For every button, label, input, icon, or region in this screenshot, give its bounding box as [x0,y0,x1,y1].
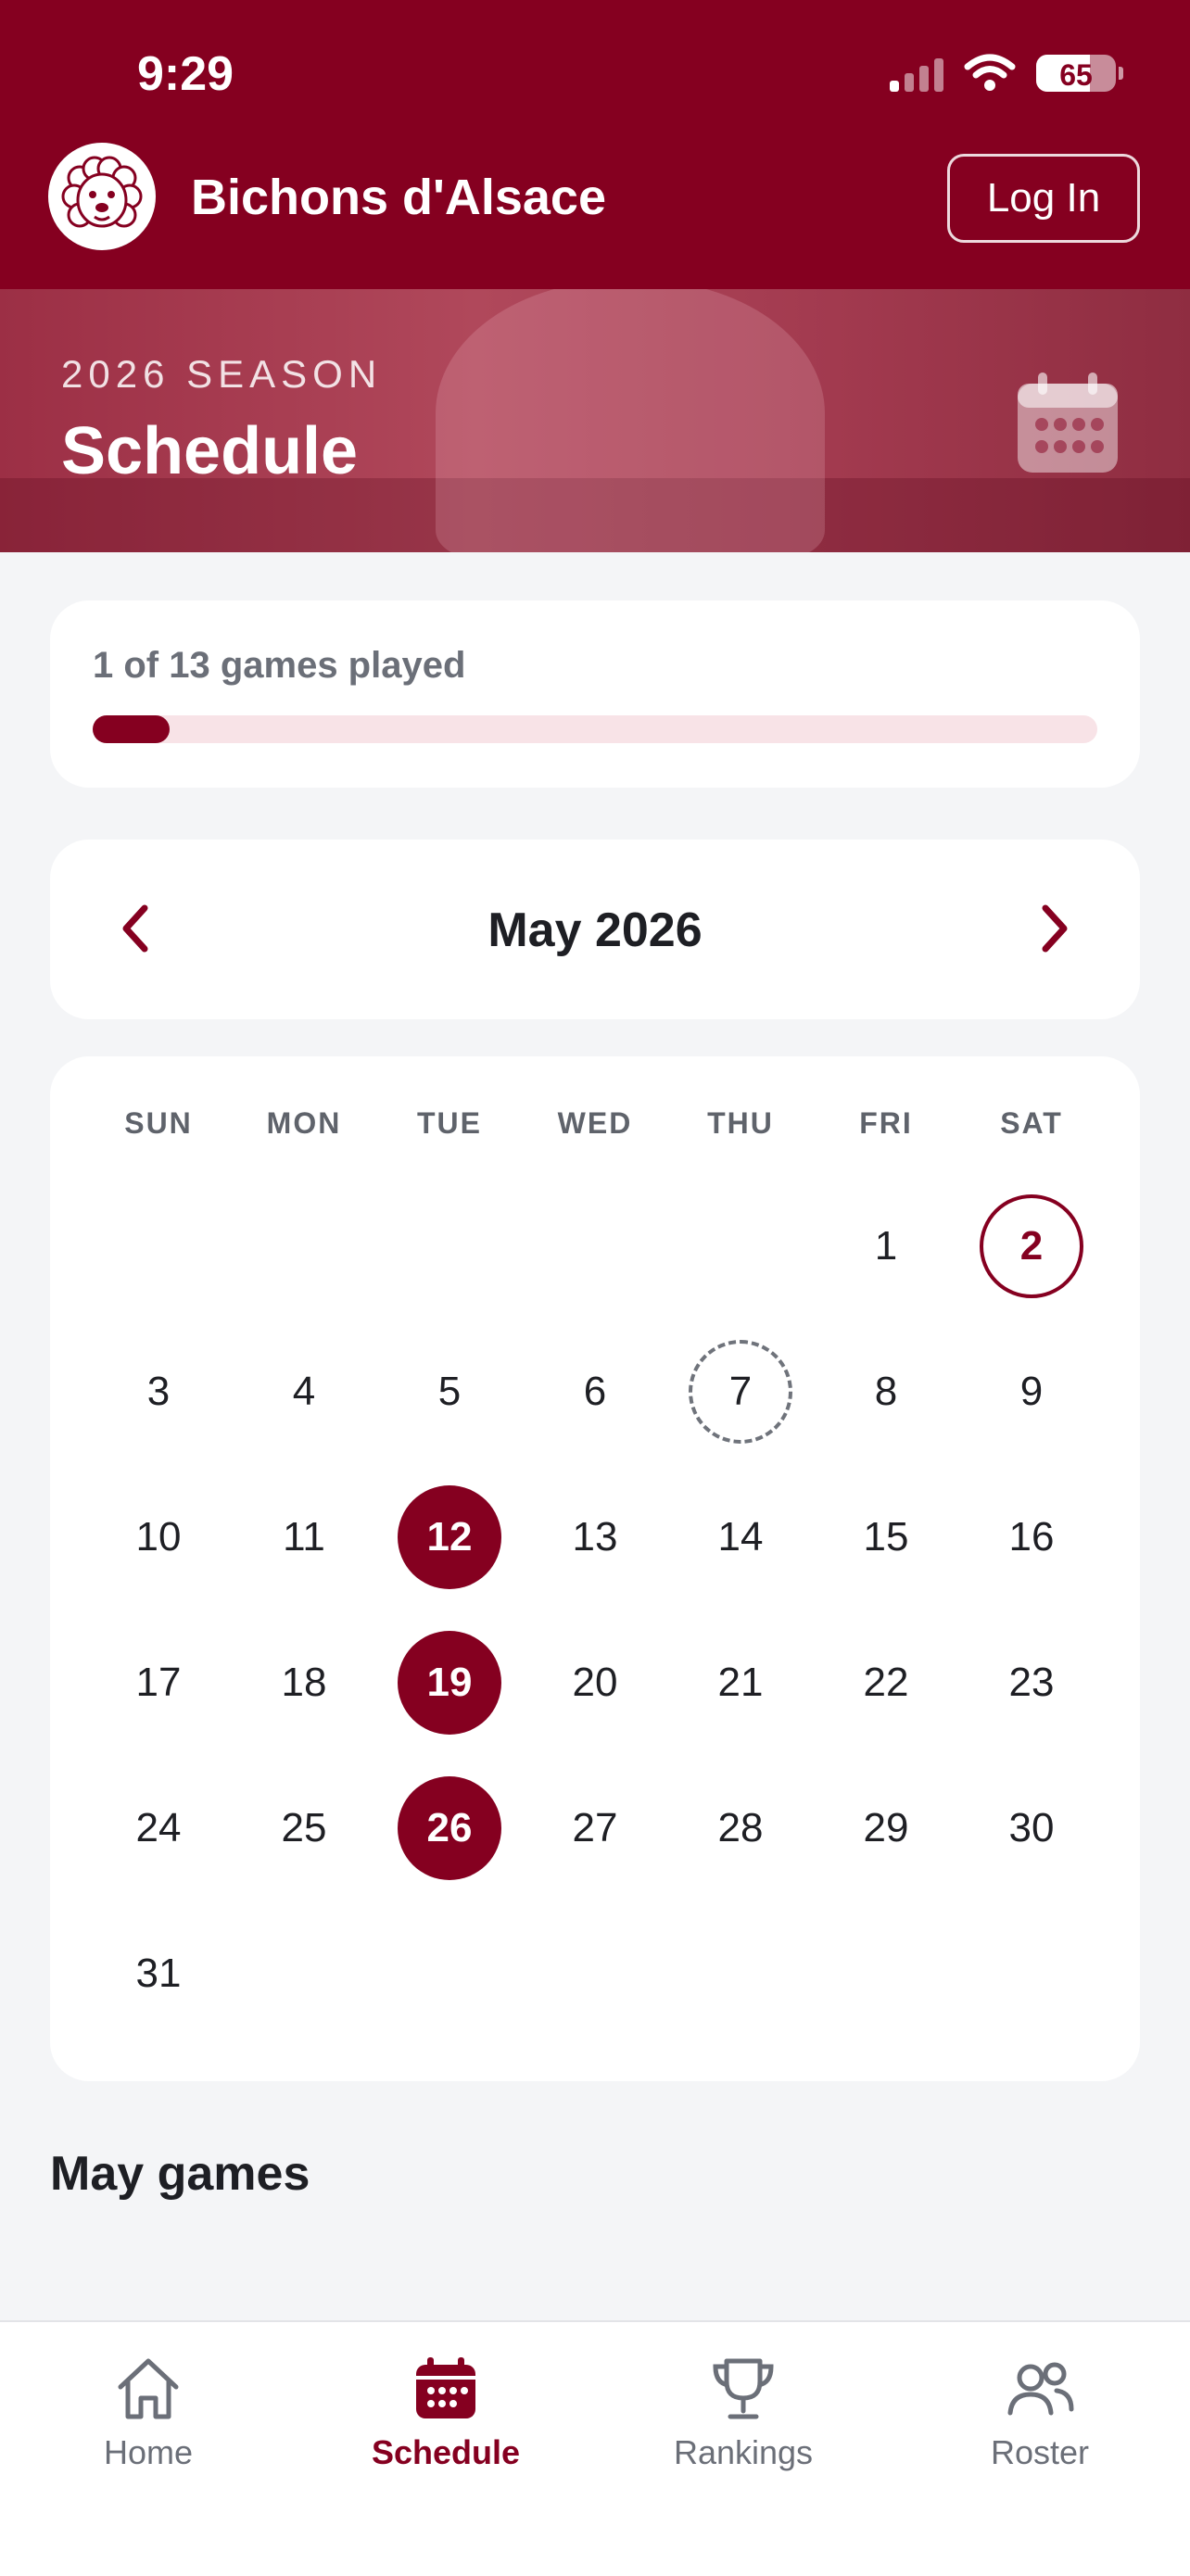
battery-icon: 65 [1036,55,1123,92]
calendar-day-game[interactable]: 12 [398,1485,501,1589]
calendar-day[interactable]: 17 [107,1631,210,1735]
month-navigator: May 2026 [50,840,1140,1019]
month-calendar: SUN MON TUE WED THU FRI SAT 1 2 3 4 5 6 7 8 9 10 11 12 13 1… [50,1056,1140,2081]
calendar-day[interactable]: 11 [252,1485,356,1589]
tab-label: Rankings [673,2433,814,2471]
login-button[interactable]: Log In [947,154,1140,243]
calendar-day-game[interactable]: 26 [398,1776,501,1880]
trophy-icon [713,2358,774,2419]
calendar-day[interactable]: 4 [252,1340,356,1444]
season-label: 2026 SEASON [61,352,383,396]
weekday-label: THU [707,1106,774,1140]
status-icons: 65 [890,54,1123,93]
section-title-month-games: May games [50,2147,310,2201]
app-header: 9:29 65 Bichons d'Alsace Log In [0,0,1190,289]
calendar-day[interactable]: 20 [543,1631,647,1735]
weekday-label: TUE [417,1106,482,1140]
schedule-hero-banner: 2026 SEASON Schedule [0,289,1190,552]
cellular-signal-icon [890,55,943,92]
tab-home[interactable]: Home [56,2350,241,2472]
calendar-day-game[interactable]: 19 [398,1631,501,1735]
weekday-label: WED [557,1106,633,1140]
month-title: May 2026 [487,903,703,957]
calendar-day[interactable]: 5 [398,1340,501,1444]
progress-track [93,715,1097,743]
calendar-day[interactable]: 14 [689,1485,792,1589]
calendar-icon [1018,373,1118,473]
calendar-day[interactable]: 30 [980,1776,1083,1880]
games-played-text: 1 of 13 games played [93,645,466,686]
calendar-day[interactable]: 25 [252,1776,356,1880]
wifi-icon [964,54,1016,91]
people-icon [1007,2362,1074,2416]
calendar-icon [416,2357,475,2418]
calendar-day[interactable]: 18 [252,1631,356,1735]
calendar-day[interactable]: 29 [834,1776,938,1880]
calendar-day[interactable]: 22 [834,1631,938,1735]
calendar-day[interactable]: 23 [980,1631,1083,1735]
calendar-day[interactable]: 3 [107,1340,210,1444]
calendar-day[interactable]: 10 [107,1485,210,1589]
tab-label: Roster [990,2433,1090,2471]
calendar-day[interactable]: 15 [834,1485,938,1589]
tab-rankings[interactable]: Rankings [651,2350,836,2472]
calendar-day[interactable]: 13 [543,1485,647,1589]
calendar-day[interactable]: 9 [980,1340,1083,1444]
chevron-right-icon [1042,904,1068,953]
tab-roster[interactable]: Roster [947,2350,1133,2472]
tab-schedule[interactable]: Schedule [353,2350,538,2472]
weekday-label: SAT [1000,1106,1063,1140]
team-logo[interactable] [48,143,156,250]
tab-bar: Home Schedule Rankings Roster [0,2320,1190,2576]
calendar-day[interactable]: 16 [980,1485,1083,1589]
calendar-day[interactable]: 21 [689,1631,792,1735]
calendar-day[interactable]: 31 [107,1922,210,2026]
page-title: Schedule [61,414,359,488]
weekday-label: MON [266,1106,342,1140]
calendar-day[interactable]: 6 [543,1340,647,1444]
app-title: Bichons d'Alsace [191,170,606,225]
calendar-day[interactable]: 27 [543,1776,647,1880]
calendar-day[interactable]: 1 [834,1194,938,1298]
weekday-label: SUN [124,1106,193,1140]
weekday-header: SUN MON TUE WED THU FRI SAT [50,1106,1140,1153]
status-time: 9:29 [137,47,234,101]
calendar-day-today[interactable]: 7 [689,1340,792,1444]
next-month-button[interactable] [1018,891,1092,966]
home-icon [118,2358,179,2419]
calendar-day-played-game[interactable]: 2 [980,1194,1083,1298]
weekday-label: FRI [859,1106,913,1140]
calendar-day[interactable]: 28 [689,1776,792,1880]
tab-label: Home [103,2433,194,2471]
calendar-day[interactable]: 8 [834,1340,938,1444]
progress-fill [93,715,171,743]
battery-level: 65 [1059,58,1093,92]
tab-label: Schedule [371,2433,521,2471]
calendar-day[interactable]: 24 [107,1776,210,1880]
hero-mascot-image [436,289,825,552]
season-progress-card: 1 of 13 games played [50,600,1140,788]
